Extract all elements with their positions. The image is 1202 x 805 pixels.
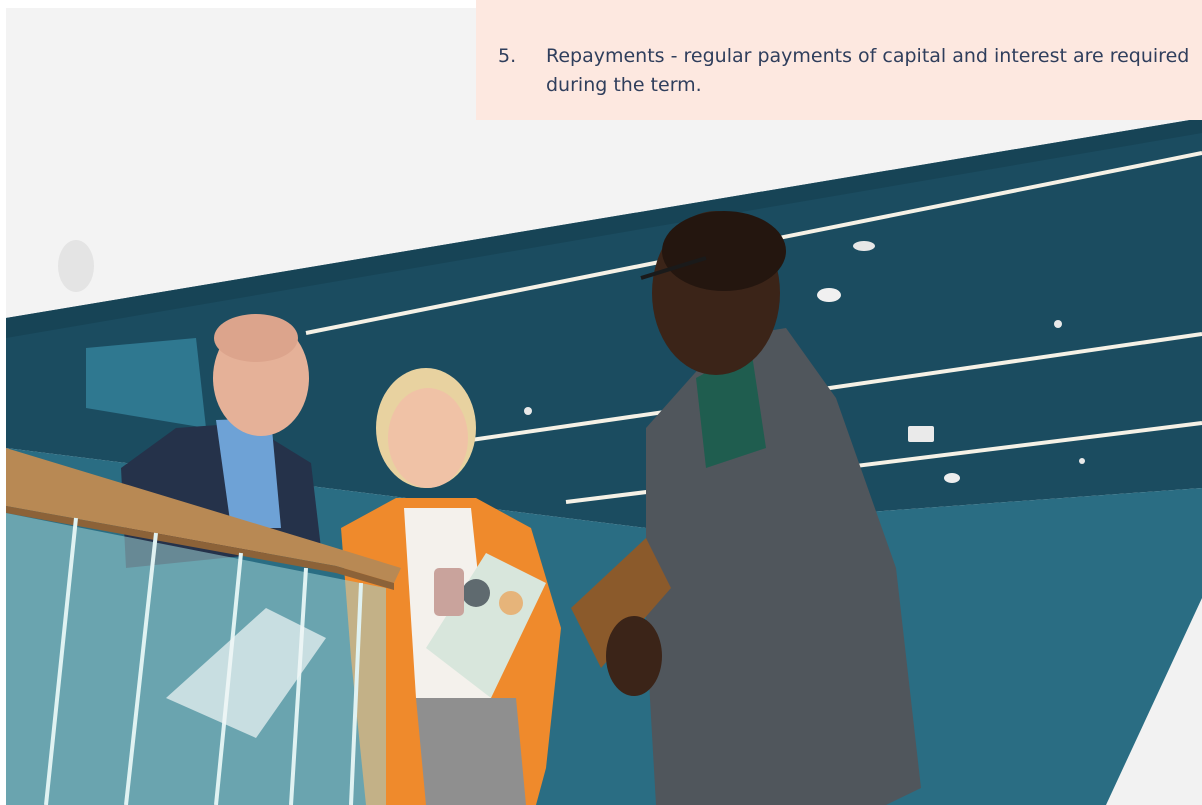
- list-item-number: 5.: [498, 45, 517, 67]
- office-meeting-illustration: [6, 8, 1202, 805]
- list-item-text: Repayments - regular payments of capital…: [546, 45, 1190, 96]
- callout-panel: 5. Repayments - regular payments of capi…: [476, 0, 1202, 120]
- hero-photo: [6, 8, 1202, 805]
